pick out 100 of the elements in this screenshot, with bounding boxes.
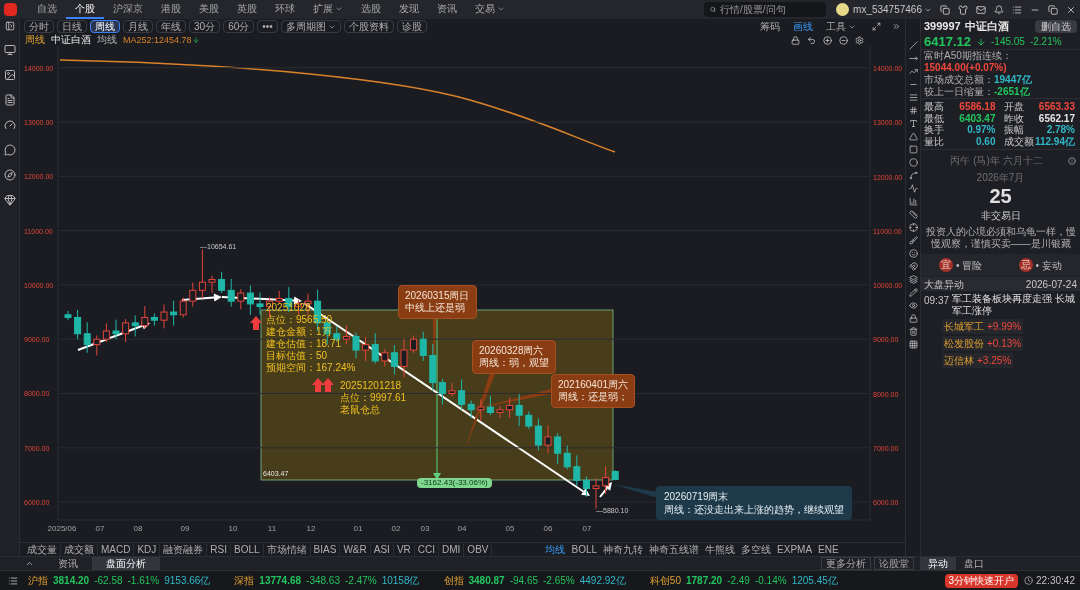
brush-icon[interactable]: [908, 236, 918, 245]
tab[interactable]: 选股: [352, 0, 390, 19]
tab[interactable]: 工具: [821, 19, 861, 34]
period-tab[interactable]: 多周期图: [280, 20, 341, 33]
index-name[interactable]: 沪指: [28, 575, 48, 586]
trash-icon[interactable]: [908, 327, 918, 336]
pencil-icon[interactable]: [908, 288, 918, 297]
period-tab[interactable]: 年线: [156, 20, 186, 33]
period-tab[interactable]: 诊股: [396, 20, 427, 33]
curve-icon[interactable]: [908, 171, 918, 180]
overlay-tab[interactable]: 多空线: [738, 543, 775, 556]
overlay-tab[interactable]: EXPMA: [774, 543, 816, 556]
text-tool-icon[interactable]: [908, 119, 918, 128]
window-icon[interactable]: [940, 4, 950, 15]
tab[interactable]: 英股: [228, 0, 266, 19]
shirt-icon[interactable]: [958, 4, 968, 15]
panel-tab[interactable]: 盘口: [956, 556, 992, 571]
tab[interactable]: 港股: [152, 0, 190, 19]
open-account-button[interactable]: 3分钟快速开户: [944, 573, 1019, 588]
stock-tag[interactable]: 长城军工 +9.99%: [942, 319, 1024, 334]
user-name[interactable]: mx_534757466: [853, 2, 922, 17]
magnet-icon[interactable]: [908, 262, 918, 271]
tab[interactable]: 沪深京: [104, 0, 152, 19]
period-tab[interactable]: 30分: [189, 20, 221, 33]
monitor-icon[interactable]: [3, 44, 16, 56]
settings-icon[interactable]: [855, 35, 864, 45]
info-icon[interactable]: [1068, 156, 1076, 165]
compass-icon[interactable]: [3, 169, 16, 181]
fullscreen-icon[interactable]: [872, 22, 881, 31]
index-name[interactable]: 科创50: [649, 575, 681, 586]
overlay-tab[interactable]: ENE: [815, 543, 842, 556]
menu-icon[interactable]: [1012, 4, 1022, 15]
analysis-button[interactable]: 更多分析: [821, 557, 871, 570]
stock-tag[interactable]: 松发股份 +0.13%: [942, 336, 1024, 351]
stock-tag[interactable]: 迈信林 +3.25%: [942, 353, 1014, 368]
overlay-tab[interactable]: 牛熊线: [702, 543, 739, 556]
tab[interactable]: 环球: [266, 0, 304, 19]
line-tool-icon[interactable]: [908, 41, 918, 50]
bars-icon[interactable]: [908, 197, 918, 206]
grid-icon[interactable]: [908, 106, 918, 115]
index-name[interactable]: 深指: [234, 575, 255, 586]
diamond-icon[interactable]: [3, 194, 16, 206]
tab[interactable]: 扩展: [304, 0, 352, 19]
tab[interactable]: 美股: [190, 0, 228, 19]
close-icon[interactable]: [1066, 4, 1076, 15]
zoom-out-icon[interactable]: [839, 35, 848, 45]
document-icon[interactable]: [3, 94, 16, 106]
app-logo-icon[interactable]: [3, 3, 17, 16]
avatar-icon[interactable]: [836, 3, 850, 16]
analysis-button[interactable]: 论股堂: [874, 557, 914, 570]
crosshair-icon[interactable]: [908, 223, 918, 232]
overlay-tab[interactable]: BOLL: [568, 543, 601, 556]
panel-tab[interactable]: 资讯: [44, 556, 92, 571]
restore-icon[interactable]: [1048, 4, 1058, 15]
mail-icon[interactable]: [976, 4, 986, 15]
triangle-icon[interactable]: [908, 132, 918, 141]
arrow-tool-icon[interactable]: [908, 54, 918, 63]
trend-line-icon[interactable]: [908, 67, 918, 76]
lock-icon[interactable]: [908, 314, 918, 323]
period-tab[interactable]: 60分: [223, 20, 255, 33]
expand-icon[interactable]: [25, 559, 34, 568]
overlay-tab[interactable]: 神奇五线谱: [646, 543, 703, 556]
alert-headline[interactable]: 军工装备板块再度走强 长城军工涨停: [952, 293, 1077, 317]
gauge-icon[interactable]: [3, 119, 16, 131]
layers-icon[interactable]: [908, 275, 918, 284]
panel-tab[interactable]: 盘面分析: [92, 556, 160, 571]
tab[interactable]: 筹码: [755, 19, 785, 34]
undo-icon[interactable]: [807, 35, 816, 45]
tab[interactable]: 自选: [28, 0, 66, 19]
period-tab[interactable]: 周线: [90, 20, 120, 33]
overlay-tab[interactable]: 均线: [542, 543, 569, 556]
emoji-icon[interactable]: [908, 249, 918, 258]
bell-icon[interactable]: [994, 4, 1004, 15]
wave-icon[interactable]: [908, 184, 918, 193]
tab[interactable]: 画线: [788, 19, 818, 34]
eye-icon[interactable]: [908, 301, 918, 310]
search-field[interactable]: 行情/股票/问句: [704, 2, 827, 17]
period-tab[interactable]: 个股资料: [343, 20, 394, 33]
ruler-icon[interactable]: [908, 210, 918, 219]
period-tab[interactable]: 分时: [24, 20, 54, 33]
remove-watchlist-button[interactable]: 删自选: [1035, 20, 1077, 33]
collapse-icon[interactable]: [892, 22, 901, 31]
tab[interactable]: 发现: [390, 0, 428, 19]
zoom-in-icon[interactable]: [823, 35, 832, 45]
chat-icon[interactable]: [3, 144, 16, 156]
period-tab[interactable]: 月线: [123, 20, 153, 33]
rectangle-icon[interactable]: [908, 145, 918, 154]
tab[interactable]: 交易: [466, 0, 514, 19]
overlay-tab[interactable]: 神奇九转: [600, 543, 647, 556]
expand-sidebar-icon[interactable]: [4, 21, 15, 31]
table-icon[interactable]: [908, 340, 918, 349]
tab[interactable]: 资讯: [428, 0, 466, 19]
lock-icon[interactable]: [791, 35, 800, 45]
parallel-lines-icon[interactable]: [908, 93, 918, 102]
index-name[interactable]: 创指: [443, 575, 464, 586]
menu-icon[interactable]: [8, 575, 18, 586]
panel-tab[interactable]: 异动: [920, 556, 956, 571]
picture-icon[interactable]: [3, 69, 16, 81]
period-tab[interactable]: •••: [257, 20, 278, 33]
period-tab[interactable]: 日线: [57, 20, 87, 33]
